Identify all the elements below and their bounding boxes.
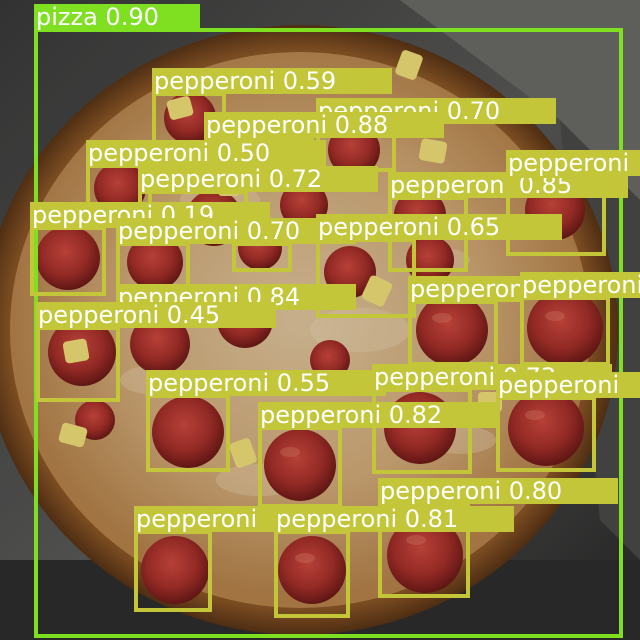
detection-label-pepperoni: pepperoni 0.59 (152, 68, 392, 94)
detection-label-pepperoni: pepperoni 0.65 (316, 214, 562, 240)
detection-box-pepperoni (134, 530, 212, 612)
detection-box-pepperoni (116, 242, 190, 290)
detection-label-pepperoni: pepperoni (520, 272, 640, 298)
detection-label-pepperoni: pepperoni (506, 150, 640, 176)
detection-box-pepperoni (30, 226, 106, 296)
detection-label-pepperoni: pepperoni 0.88 (204, 112, 444, 138)
detection-label-pepperoni: pepperoni 0.72 (138, 166, 378, 192)
detection-label-pepperoni: pepperoni 0.45 (36, 302, 276, 328)
detection-box-pepperoni (232, 242, 292, 272)
detection-label-pepperoni: pepperoni 0.80 (378, 478, 618, 504)
detection-label-pepperoni: pepperoni (408, 276, 522, 302)
detection-box-pepperoni (258, 426, 342, 508)
detection-box-pepperoni (372, 388, 472, 474)
detection-box-pepperoni (408, 300, 498, 366)
detection-box-pepperoni (496, 396, 596, 472)
detection-box-pepperoni (520, 296, 610, 366)
detection-label-pepperoni: pepperoni 0.50 (86, 140, 326, 166)
detection-label-pepperoni: pepperoni (496, 372, 640, 398)
detection-box-pepperoni (146, 394, 230, 472)
detection-label-pepperoni: pepperoni 0.82 (258, 402, 498, 428)
detection-label-pizza: pizza 0.90 (34, 4, 200, 30)
detection-overlay: pizza 0.90 pepperoni 0.59 pepperoni 0.70… (0, 0, 640, 640)
detection-label-pepperoni: pepperoni 0.81 (274, 506, 514, 532)
detection-label-pepperoni: pepperoni 0.55 (146, 370, 386, 396)
detection-image: pizza 0.90 pepperoni 0.59 pepperoni 0.70… (0, 0, 640, 640)
detection-box-pepperoni (274, 530, 350, 618)
detection-box-pepperoni (36, 326, 120, 402)
detection-label-pepperoni: pepperoni (134, 506, 280, 532)
